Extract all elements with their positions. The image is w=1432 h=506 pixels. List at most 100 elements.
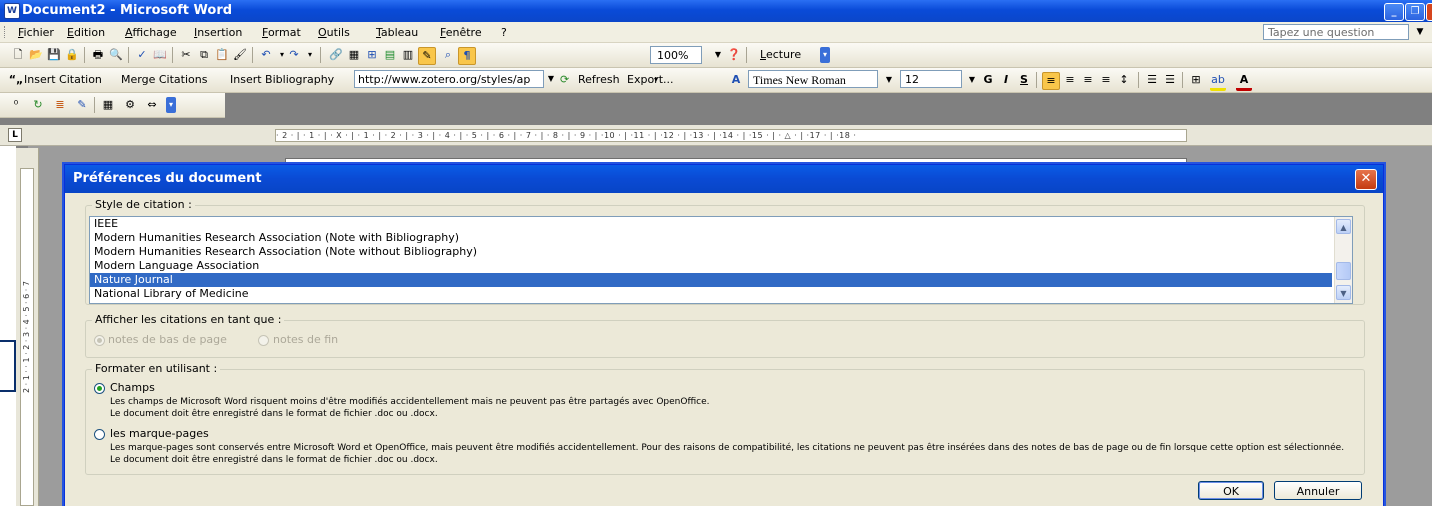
style-url-dropdown-icon[interactable]: ▼ (545, 71, 557, 87)
toolbar-options-icon[interactable]: ▾ (820, 47, 830, 63)
menubar: Fichier Edition Affichage Insertion Form… (0, 22, 1432, 43)
format-using-group: Formater en utilisant : Champs Les champ… (85, 362, 1365, 475)
show-formatting-icon[interactable]: ¶ (458, 47, 476, 65)
list-item[interactable]: Modern Humanities Research Association (… (90, 245, 1332, 259)
export-button[interactable]: Export... (627, 73, 674, 86)
align-left-icon[interactable]: ≡ (1042, 72, 1060, 90)
redo-icon[interactable]: ↷ (286, 47, 302, 63)
font-name-input[interactable]: Times New Roman (748, 70, 878, 88)
zoom-dropdown-icon[interactable]: ▼ (710, 47, 726, 63)
update-icon[interactable]: ↻ (30, 97, 46, 113)
justify-icon[interactable]: ≡ (1098, 72, 1114, 88)
undo-icon[interactable]: ↶ (258, 47, 274, 63)
list-item[interactable]: National Library of Medicine (90, 287, 1332, 301)
ask-question-input[interactable]: Tapez une question (1263, 24, 1409, 40)
citation-style-list[interactable]: IEEE Modern Humanities Research Associat… (89, 216, 1353, 304)
tab-selector[interactable]: L (8, 128, 22, 142)
paste-icon[interactable]: 📋 (214, 47, 230, 63)
size-dropdown-icon[interactable]: ▼ (964, 72, 980, 88)
underline-button[interactable]: S (1016, 72, 1032, 88)
bookmark-icon[interactable]: ≣ (52, 97, 68, 113)
help-icon[interactable]: ❓ (726, 47, 742, 63)
ruler-track[interactable]: · 2 · | · 1 · | · X · | · 1 · | · 2 · | … (275, 129, 1187, 142)
list-item[interactable]: Modern Humanities Research Association (… (90, 231, 1332, 245)
footnotes-radio[interactable] (94, 335, 105, 346)
dialog-close-button[interactable]: ✕ (1355, 169, 1377, 190)
ok-button[interactable]: OK (1198, 481, 1264, 500)
cancel-button[interactable]: Annuler (1274, 481, 1362, 500)
document-map-icon[interactable]: ⌕ (440, 47, 456, 63)
insert-table-icon[interactable]: ⊞ (364, 47, 380, 63)
permission-icon[interactable]: 🔒 (64, 47, 80, 63)
link-icon[interactable]: ⇔ (144, 97, 160, 113)
bookmarks-radio[interactable] (94, 429, 105, 440)
settings-icon[interactable]: ⚙ (122, 97, 138, 113)
menu-fichier[interactable]: Fichier (18, 26, 54, 39)
toolbar-options-icon[interactable]: ▾ (166, 97, 176, 113)
numbering-icon[interactable]: ☰ (1144, 72, 1160, 88)
menu-tableau[interactable]: Tableau (376, 26, 418, 39)
field-code-icon[interactable]: ⁰ (8, 97, 24, 113)
menu-insertion[interactable]: Insertion (194, 26, 242, 39)
style-url-input[interactable]: http://www.zotero.org/styles/ap (354, 70, 544, 88)
merge-citations-button[interactable]: Merge Citations (121, 73, 207, 86)
menu-fenetre[interactable]: Fenêtre (440, 26, 482, 39)
insert-bibliography-button[interactable]: Insert Bibliography (230, 73, 334, 86)
scroll-thumb[interactable] (1336, 262, 1351, 280)
tables-borders-icon[interactable]: ▦ (346, 47, 362, 63)
list-scrollbar[interactable]: ▲ ▼ (1334, 217, 1352, 303)
highlight-icon[interactable]: ab (1210, 72, 1226, 91)
bookmarks-label: les marque-pages (110, 427, 209, 440)
list-item[interactable]: Modern Language Association (90, 259, 1332, 273)
menu-help[interactable]: ? (501, 26, 507, 39)
hyperlink-icon[interactable]: 🔗 (328, 47, 344, 63)
scroll-up-icon[interactable]: ▲ (1336, 219, 1351, 234)
print-icon[interactable]: 🖶 (90, 47, 106, 63)
edit-icon[interactable]: ✎ (74, 97, 90, 113)
table-icon[interactable]: ▦ (100, 97, 116, 113)
font-size-input[interactable]: 12 (900, 70, 962, 88)
print-preview-icon[interactable]: 🔍 (108, 47, 124, 63)
dialog-titlebar: Préférences du document ✕ (65, 165, 1383, 193)
align-right-icon[interactable]: ≡ (1080, 72, 1096, 88)
insert-excel-icon[interactable]: ▤ (382, 47, 398, 63)
zoom-box[interactable]: 100% (650, 46, 702, 64)
line-spacing-icon[interactable]: ↕ (1116, 72, 1132, 88)
copy-icon[interactable]: ⧉ (196, 47, 212, 63)
research-icon[interactable]: 📖 (152, 47, 168, 63)
open-folder-icon[interactable]: 📂 (28, 47, 44, 63)
refresh-button[interactable]: Refresh (578, 73, 620, 86)
redo-dropdown-icon[interactable]: ▾ (302, 47, 318, 63)
ask-question-dropdown-icon[interactable]: ▼ (1413, 25, 1427, 39)
new-document-icon[interactable]: 🗋 (10, 47, 26, 63)
spelling-icon[interactable]: ✓ (134, 47, 150, 63)
menu-outils[interactable]: Outils (318, 26, 350, 39)
italic-button[interactable]: I (998, 72, 1014, 88)
menu-format[interactable]: Format (262, 26, 301, 39)
cut-icon[interactable]: ✂ (178, 47, 194, 63)
list-item-selected[interactable]: Nature Journal (90, 273, 1332, 287)
format-painter-icon[interactable]: 🖌 (232, 47, 248, 63)
align-center-icon[interactable]: ≡ (1062, 72, 1078, 88)
reading-mode-button[interactable]: Lecture (760, 48, 801, 61)
menu-affichage[interactable]: Affichage (125, 26, 177, 39)
drawing-icon[interactable]: ✎ (418, 47, 436, 65)
font-color-icon[interactable]: A (1236, 72, 1252, 91)
style-icon[interactable]: A (728, 72, 744, 88)
font-dropdown-icon[interactable]: ▼ (881, 72, 897, 88)
columns-icon[interactable]: ▥ (400, 47, 416, 63)
borders-icon[interactable]: ⊞ (1188, 72, 1204, 88)
window-close-button[interactable]: ✕ (1426, 3, 1432, 21)
insert-citation-button[interactable]: Insert Citation (24, 73, 102, 86)
fields-radio[interactable] (94, 383, 105, 394)
bookmarks-description: Les marque-pages sont conservés entre Mi… (110, 443, 1345, 453)
bullets-icon[interactable]: ☰ (1162, 72, 1178, 88)
bold-button[interactable]: G (980, 72, 996, 88)
list-item[interactable]: IEEE (90, 217, 1332, 231)
minimize-button[interactable]: _ (1384, 3, 1404, 21)
menu-edition[interactable]: Edition (67, 26, 105, 39)
endnotes-radio[interactable] (258, 335, 269, 346)
save-icon[interactable]: 💾 (46, 47, 62, 63)
scroll-down-icon[interactable]: ▼ (1336, 285, 1351, 300)
maximize-button[interactable]: ❐ (1405, 3, 1425, 21)
